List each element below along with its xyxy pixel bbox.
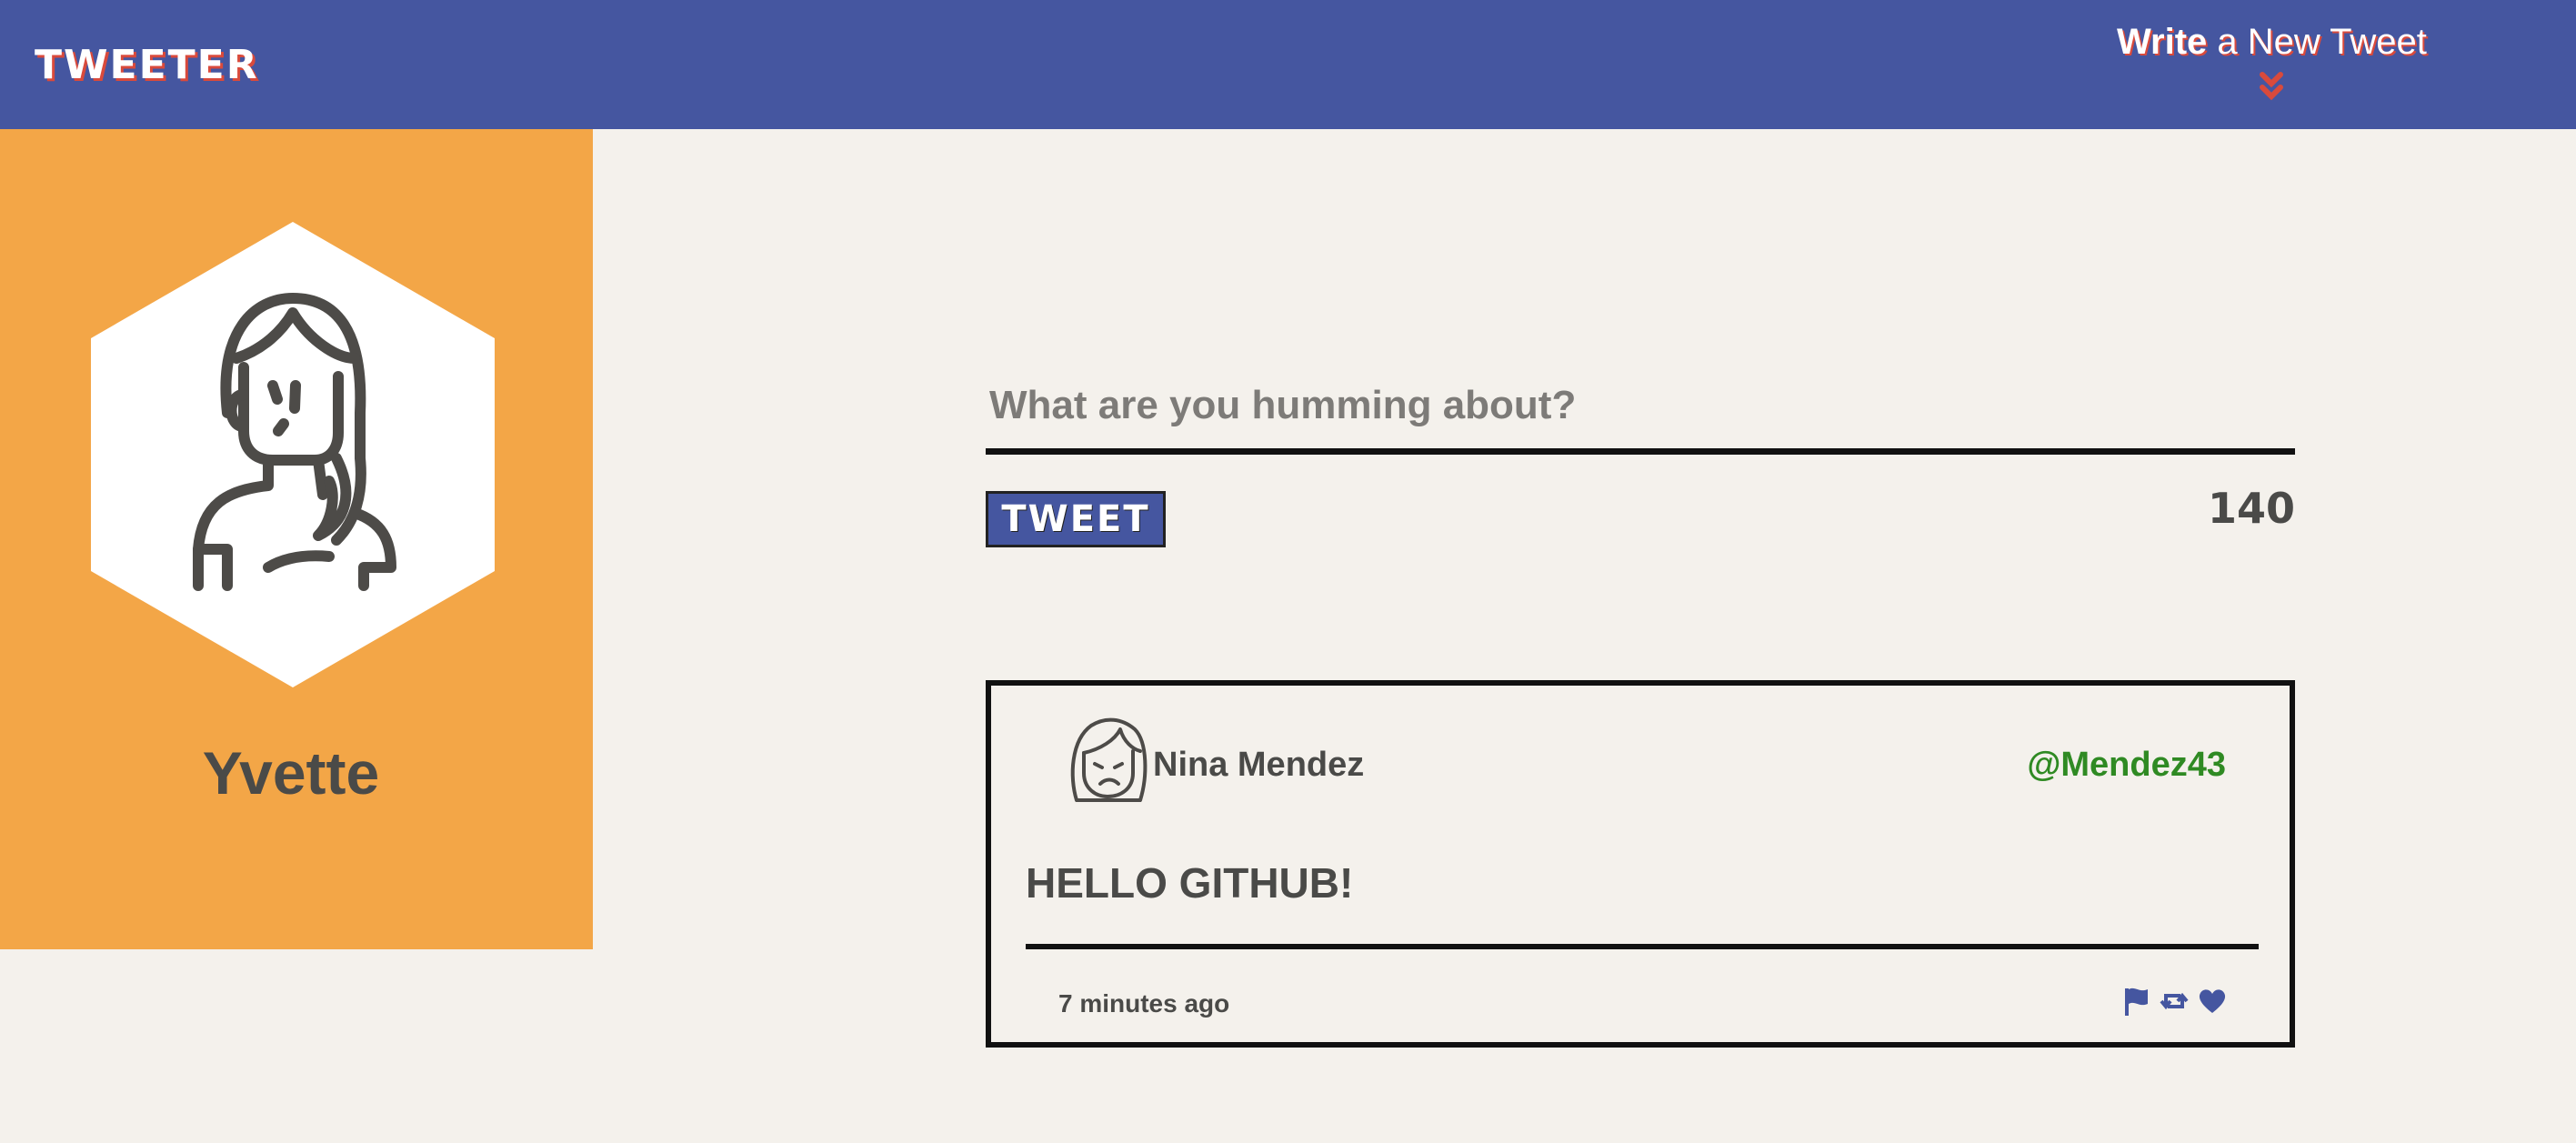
write-new-tweet-rest: a New Tweet [2207, 22, 2427, 62]
tweet-author-handle: @Mendez43 [2027, 746, 2226, 784]
profile-sidebar: Yvette [0, 129, 593, 949]
flag-icon[interactable] [2120, 986, 2151, 1017]
profile-name: Yvette [202, 739, 380, 807]
profile-avatar [91, 222, 495, 687]
character-counter: 140 [2207, 484, 2295, 533]
tweet-compose-input[interactable] [986, 346, 2295, 455]
top-nav: TWEETER Write a New Tweet [0, 0, 2576, 129]
tweet-actions [2120, 986, 2228, 1017]
tweet-author-name: Nina Mendez [1153, 746, 1365, 784]
tweet-button[interactable]: TWEET [986, 491, 1166, 547]
write-new-tweet-bold: Write [2117, 22, 2208, 62]
brand-logo[interactable]: TWEETER [35, 42, 259, 88]
write-new-tweet-link[interactable]: Write a New Tweet [2117, 22, 2427, 63]
retweet-icon[interactable] [2159, 986, 2190, 1017]
double-chevron-down-icon[interactable] [2259, 71, 2284, 102]
tweet-text: HELLO GITHUB! [1026, 859, 1354, 907]
tweet-timestamp: 7 minutes ago [1058, 989, 1230, 1018]
heart-icon[interactable] [2197, 986, 2228, 1017]
author-avatar [1070, 717, 1148, 802]
tweet-card: Nina Mendez @Mendez43 HELLO GITHUB! 7 mi… [986, 680, 2295, 1048]
tweet-divider [1026, 944, 2259, 949]
